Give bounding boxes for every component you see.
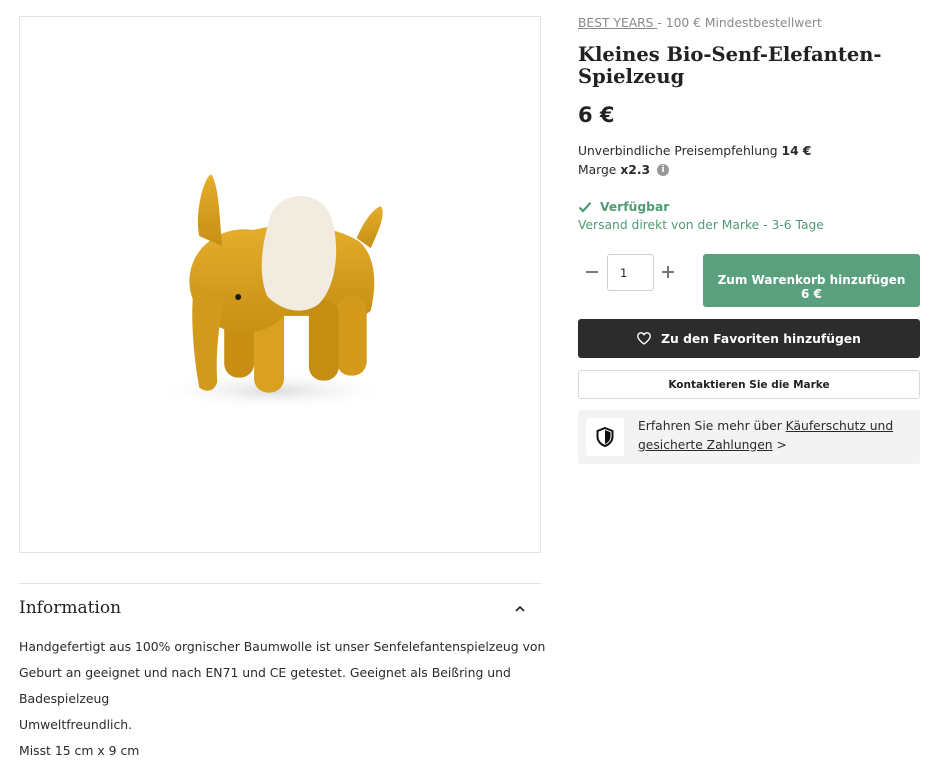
minus-icon[interactable] [584, 264, 600, 280]
brand-line: BEST YEARS - 100 € Mindestbestellwert [578, 16, 822, 30]
add-to-cart-button[interactable]: Zum Warenkorb hinzufügen 6 € [703, 254, 920, 307]
shield-icon [596, 427, 614, 447]
info-icon[interactable]: i [657, 164, 670, 176]
margin-line: Marge x2.3 i [578, 163, 670, 177]
availability-label: Verfügbar [600, 200, 670, 214]
chevron-up-icon[interactable] [513, 602, 527, 616]
information-line: Misst 15 cm x 9 cm [19, 743, 140, 758]
information-description: Handgefertigt aus 100% orgnischer Baumwo… [19, 639, 546, 706]
check-icon [578, 202, 592, 213]
rrp-line: Unverbindliche Preisempfehlung 14 € [578, 144, 811, 158]
add-to-cart-price: 6 € [801, 286, 822, 301]
buyer-protection-text: Erfahren Sie mehr über Käuferschutz und … [638, 417, 913, 455]
margin-value: x2.3 [620, 163, 651, 177]
shipping-info: Versand direkt von der Marke - 3-6 Tage [578, 218, 824, 232]
product-image[interactable] [19, 16, 541, 553]
buyer-protection-banner: Erfahren Sie mehr über Käuferschutz und … [578, 410, 920, 464]
quantity-input[interactable] [607, 254, 654, 291]
brand-separator: - [657, 16, 662, 30]
shield-badge [586, 418, 624, 456]
information-body: Handgefertigt aus 100% orgnischer Baumwo… [19, 634, 549, 764]
rrp-value: 14 € [781, 144, 812, 158]
brand-link[interactable]: BEST YEARS [578, 16, 657, 30]
add-to-cart-label: Zum Warenkorb hinzufügen [717, 272, 906, 287]
chevron-right-icon[interactable]: > [777, 438, 787, 452]
info-divider [19, 583, 541, 584]
product-price: 6 € [578, 103, 615, 127]
plus-icon[interactable] [660, 264, 676, 280]
availability-status: Verfügbar [578, 200, 669, 214]
contact-brand-button[interactable]: Kontaktieren Sie die Marke [578, 370, 920, 399]
information-accordion-header[interactable]: Information [19, 598, 541, 624]
product-title: Kleines Bio-Senf-Elefanten-Spielzeug [578, 43, 882, 88]
rrp-label: Unverbindliche Preisempfehlung [578, 144, 778, 158]
information-line: Umweltfreundlich. [19, 717, 133, 732]
margin-label: Marge [578, 163, 617, 177]
add-to-favorites-label: Zu den Favoriten hinzufügen [661, 331, 861, 346]
elephant-toy-image [154, 174, 394, 411]
add-to-favorites-button[interactable]: Zu den Favoriten hinzufügen [578, 319, 920, 358]
buyer-protection-prefix: Erfahren Sie mehr über [638, 419, 786, 433]
quantity-row: Zum Warenkorb hinzufügen 6 € [578, 254, 920, 307]
heart-icon [637, 332, 652, 345]
min-order-text: 100 € Mindestbestellwert [665, 16, 822, 30]
information-heading: Information [19, 598, 122, 618]
